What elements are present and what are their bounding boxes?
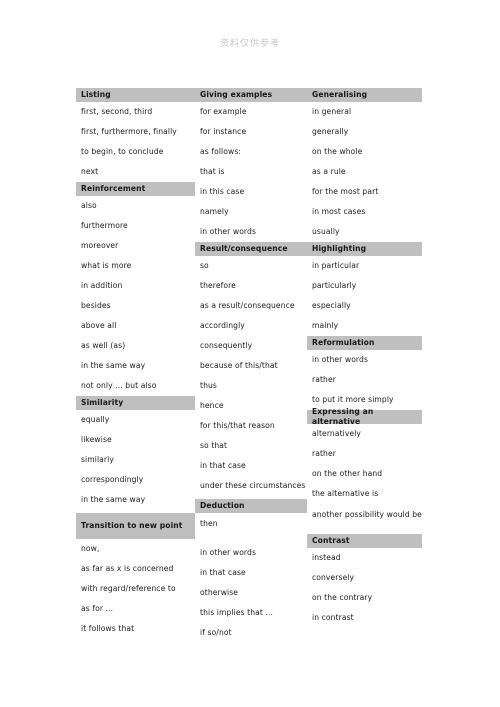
- phrase-item: now,: [81, 544, 100, 553]
- phrase-item: in general: [312, 107, 352, 116]
- phrase-item: it follows that: [81, 624, 135, 633]
- column-generalising: Generalising in general generally on the…: [307, 88, 422, 628]
- phrase-item: as far as x is concerned: [81, 564, 174, 573]
- section-header: Result/consequence: [195, 242, 307, 256]
- phrase-item: in that case: [200, 461, 246, 470]
- phrase-item: as well (as): [81, 341, 126, 350]
- phrase-item: mainly: [312, 321, 339, 330]
- phrase-item: as follows:: [200, 147, 242, 156]
- phrase-item: the alternative is: [312, 489, 379, 498]
- phrase-item: consequently: [200, 341, 253, 350]
- section-header: Contrast: [307, 534, 422, 548]
- phrase-item: in the same way: [81, 495, 146, 504]
- section-header: Expressing an alternative: [307, 407, 422, 426]
- document-page: 资料仅供参考 Listing first, second, third firs…: [0, 0, 500, 707]
- phrase-item: in particular: [312, 261, 360, 270]
- phrase-item: besides: [81, 301, 111, 310]
- phrase-item: usually: [312, 227, 340, 236]
- column-giving-examples: Giving examples for example for instance…: [195, 88, 307, 643]
- section-header: Generalising: [307, 88, 422, 102]
- phrase-item: that is: [200, 167, 225, 176]
- phrase-item: to begin, to conclude: [81, 147, 164, 156]
- section-header: Highlighting: [307, 242, 422, 256]
- section-header: Listing: [76, 88, 195, 102]
- section-header: Transition to new point: [76, 513, 195, 539]
- phrase-item: first, furthermore, finally: [81, 127, 177, 136]
- phrase-item: thus: [200, 381, 217, 390]
- phrase-item: similarly: [81, 455, 114, 464]
- phrase-item: not only ... but also: [81, 381, 157, 390]
- column-listing: Listing first, second, third first, furt…: [76, 88, 195, 639]
- phrase-item: then: [200, 519, 218, 528]
- phrase-item: on the contrary: [312, 593, 373, 602]
- phrase-item: in the same way: [81, 361, 146, 370]
- phrase-item: for the most part: [312, 187, 379, 196]
- phrase-item: so that: [200, 441, 228, 450]
- phrase-item: especially: [312, 301, 351, 310]
- watermark-text: 资料仅供参考: [219, 39, 280, 49]
- phrase-item: in other words: [200, 227, 257, 236]
- section-header: Similarity: [76, 396, 195, 410]
- phrase-item: otherwise: [200, 588, 239, 597]
- section-header: Giving examples: [195, 88, 307, 102]
- phrase-item: in other words: [312, 355, 369, 364]
- phrase-item: moreover: [81, 241, 119, 250]
- phrase-item: in contrast: [312, 613, 354, 622]
- section-header: Reinforcement: [76, 182, 195, 196]
- phrase-item: on the other hand: [312, 469, 383, 478]
- phrase-item: under these circumstances: [200, 481, 306, 490]
- phrase-item: with regard/reference to: [81, 584, 176, 593]
- phrase-item: instead: [312, 553, 341, 562]
- phrase-item: next: [81, 167, 99, 176]
- phrase-item: hence: [200, 401, 224, 410]
- phrase-item: also: [81, 201, 97, 210]
- phrase-item: as a result/consequence: [200, 301, 295, 310]
- phrase-item: first, second, third: [81, 107, 153, 116]
- phrase-item: on the whole: [312, 147, 363, 156]
- section-header: Reformulation: [307, 336, 422, 350]
- phrase-item: what is more: [81, 261, 132, 270]
- phrase-item: particularly: [312, 281, 357, 290]
- phrase-item: because of this/that: [200, 361, 278, 370]
- phrase-item: accordingly: [200, 321, 245, 330]
- phrase-item: for example: [200, 107, 247, 116]
- phrase-item: this implies that ...: [200, 608, 274, 617]
- phrase-item: in this case: [200, 187, 245, 196]
- phrase-item: in addition: [81, 281, 123, 290]
- phrase-item: namely: [200, 207, 229, 216]
- phrase-item: in other words: [200, 548, 257, 557]
- section-header: Deduction: [195, 499, 307, 513]
- phrase-item: for instance: [200, 127, 247, 136]
- phrase-item: likewise: [81, 435, 112, 444]
- phrase-item: for this/that reason: [200, 421, 275, 430]
- phrase-item: furthermore: [81, 221, 128, 230]
- phrase-item: equally: [81, 415, 110, 424]
- phrase-item: therefore: [200, 281, 236, 290]
- phrase-item: generally: [312, 127, 349, 136]
- phrase-item: conversely: [312, 573, 355, 582]
- phrase-item: as a rule: [312, 167, 346, 176]
- linking-phrases-table: Listing first, second, third first, furt…: [76, 88, 422, 643]
- phrase-item: in most cases: [312, 207, 366, 216]
- phrase-item: above all: [81, 321, 117, 330]
- phrase-item: so: [200, 261, 209, 270]
- phrase-item: alternatively: [312, 429, 362, 438]
- phrase-item: rather: [312, 449, 336, 458]
- phrase-item: another possibility would be: [312, 510, 422, 519]
- table-columns: Listing first, second, third first, furt…: [76, 88, 422, 643]
- phrase-item: correspondingly: [81, 475, 144, 484]
- phrase-item: if so/not: [200, 628, 232, 637]
- phrase-item: rather: [312, 375, 336, 384]
- phrase-item: as for ...: [81, 604, 114, 613]
- phrase-item: in that case: [200, 568, 246, 577]
